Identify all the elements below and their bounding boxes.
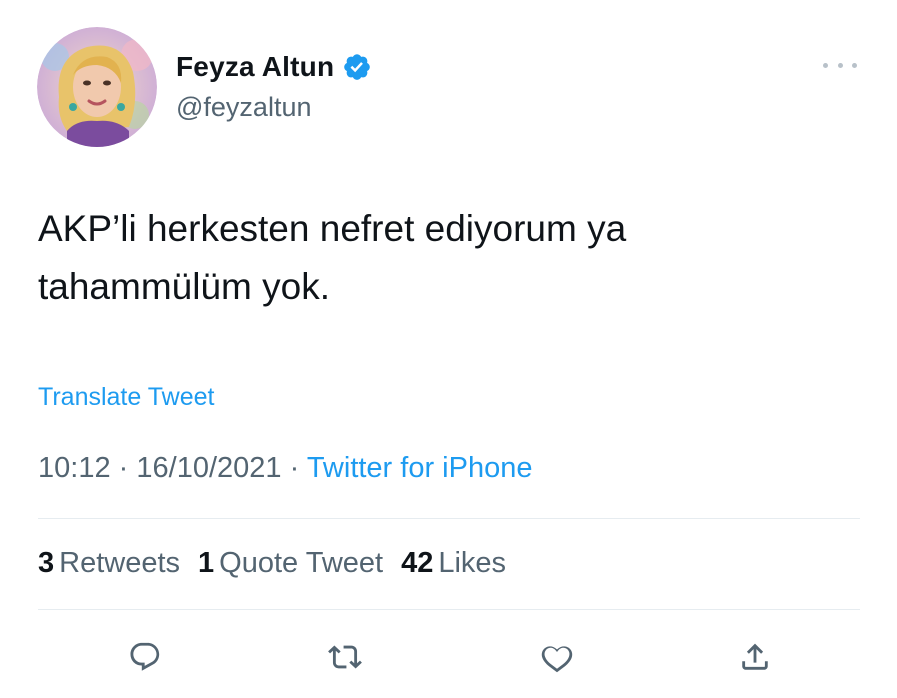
divider (38, 518, 860, 519)
tweet-text-line-1: AKP’li herkesten nefret ediyorum ya (38, 208, 627, 249)
tweet-card: Feyza Altun @feyzaltun AKP’li herkesten … (0, 0, 897, 698)
like-button[interactable] (532, 632, 582, 682)
quotes-stat[interactable]: 1 Quote Tweet (198, 547, 383, 580)
retweet-button[interactable] (320, 632, 370, 682)
retweets-label: Retweets (59, 547, 181, 579)
more-dot (837, 62, 843, 68)
quotes-label: Quote Tweet (219, 547, 384, 579)
author-display-name[interactable]: Feyza Altun (176, 51, 334, 83)
divider (38, 609, 860, 610)
share-icon (742, 643, 768, 670)
tweet-time[interactable]: 10:12 (38, 452, 111, 484)
like-icon (541, 646, 573, 673)
retweet-icon (328, 645, 362, 669)
quotes-count: 1 (198, 547, 215, 579)
translate-tweet-link[interactable]: Translate Tweet (38, 383, 214, 412)
tweet-text: AKP’li herkesten nefret ediyorum ya taham… (38, 200, 858, 316)
tweet-meta: 10:12 · 16/10/2021 · Twitter for iPhone (38, 452, 532, 485)
retweets-stat[interactable]: 3 Retweets (38, 547, 180, 580)
meta-separator: · (118, 452, 129, 484)
tweet-source-link[interactable]: Twitter for iPhone (307, 452, 533, 484)
author-block: Feyza Altun @feyzaltun (176, 50, 372, 123)
tweet-stats: 3 Retweets 1 Quote Tweet 42 Likes (38, 547, 506, 580)
likes-label: Likes (438, 547, 507, 579)
more-dot (852, 62, 857, 68)
author-name-row: Feyza Altun (176, 50, 372, 84)
more-options-icon[interactable] (823, 58, 857, 72)
share-button[interactable] (730, 632, 780, 682)
likes-count: 42 (401, 547, 434, 579)
verified-badge-icon (342, 52, 372, 82)
reply-button[interactable] (120, 632, 170, 682)
author-handle[interactable]: @feyzaltun (176, 92, 372, 123)
meta-separator: · (289, 452, 300, 484)
tweet-date[interactable]: 16/10/2021 (136, 452, 281, 484)
retweets-count: 3 (38, 547, 55, 579)
likes-stat[interactable]: 42 Likes (401, 547, 506, 580)
more-dot (823, 62, 828, 68)
profile-photo-icon (37, 27, 157, 147)
reply-icon (130, 642, 160, 671)
tweet-text-line-2: tahammülüm yok. (38, 266, 330, 307)
avatar[interactable] (37, 27, 157, 147)
tweet-actions (38, 632, 860, 682)
